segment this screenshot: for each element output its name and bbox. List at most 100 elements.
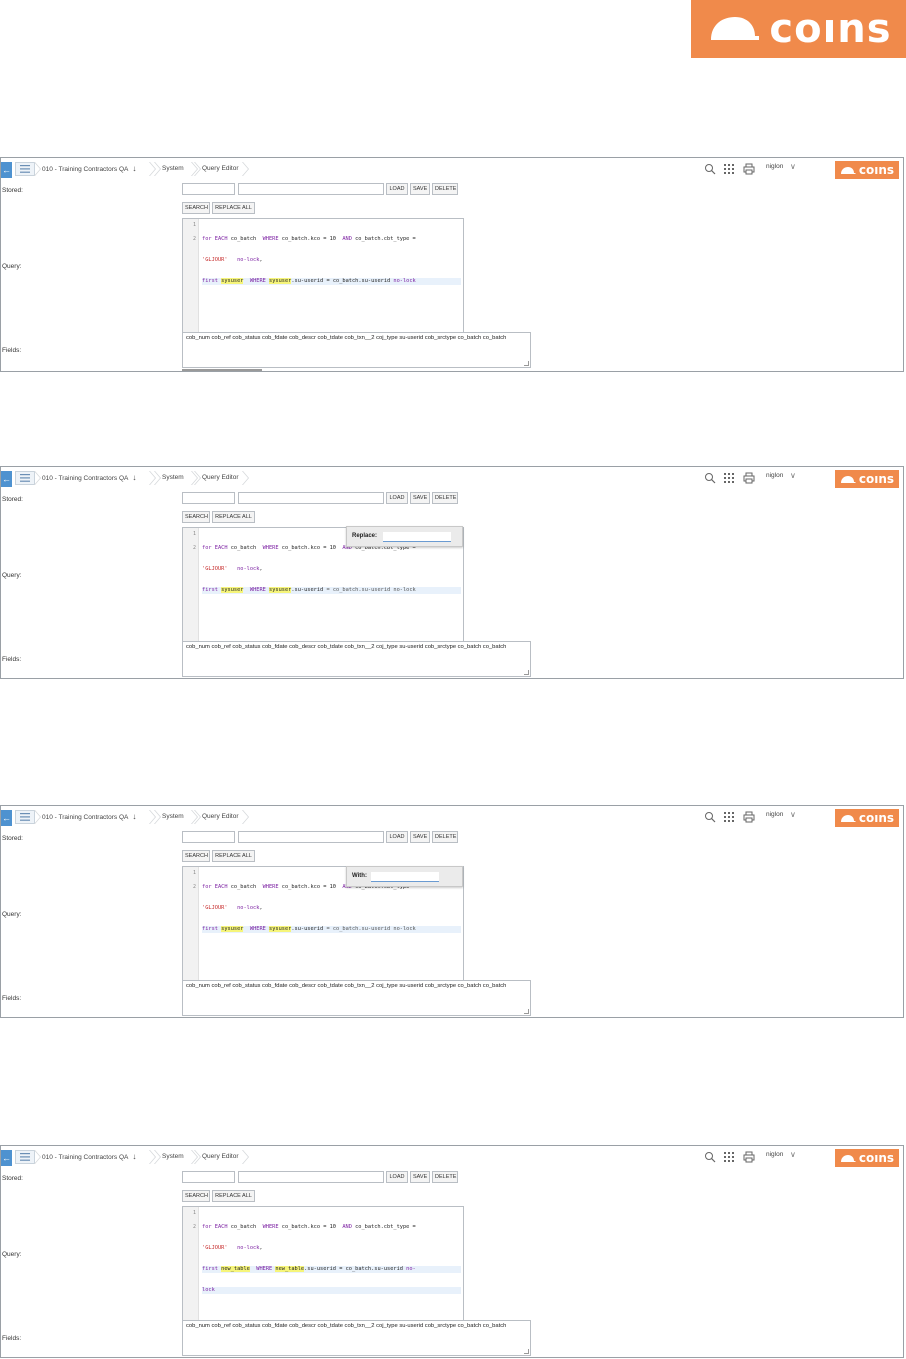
- screen-3: ← 010 - Training Contractors QA ↓ System …: [0, 805, 904, 1018]
- menu-button[interactable]: [15, 1150, 35, 1164]
- delete-button[interactable]: DELETE: [432, 1171, 458, 1183]
- stored-code-input[interactable]: [182, 183, 235, 195]
- breadcrumb-page[interactable]: Query Editor: [194, 471, 249, 485]
- user-name[interactable]: niglon: [766, 811, 783, 818]
- menu-button[interactable]: [15, 471, 35, 485]
- dialog-input[interactable]: [383, 532, 451, 542]
- fields-textarea[interactable]: cob_num cob_ref cob_status cob_fdate cob…: [182, 332, 531, 368]
- save-button[interactable]: SAVE: [410, 831, 430, 843]
- replace-all-button[interactable]: REPLACE ALL: [212, 511, 255, 523]
- menu-button[interactable]: [15, 162, 35, 176]
- save-button[interactable]: SAVE: [410, 183, 430, 195]
- breadcrumb-company[interactable]: 010 - Training Contractors QA ↓: [34, 471, 156, 485]
- menu-button[interactable]: [15, 810, 35, 824]
- back-button[interactable]: ←: [1, 1150, 12, 1166]
- back-button[interactable]: ←: [1, 162, 12, 178]
- load-button[interactable]: LOAD: [386, 183, 408, 195]
- user-name[interactable]: niglon: [766, 1151, 783, 1158]
- resize-grip-icon[interactable]: [524, 1009, 529, 1014]
- load-button[interactable]: LOAD: [386, 492, 408, 504]
- search-button[interactable]: SEARCH: [182, 850, 210, 862]
- breadcrumb-company[interactable]: 010 - Training Contractors QA ↓: [34, 162, 156, 176]
- breadcrumb-module[interactable]: System: [154, 471, 198, 485]
- horizontal-scrollbar[interactable]: [182, 1357, 262, 1358]
- hard-hat-icon: [840, 475, 856, 483]
- dialog-input[interactable]: [371, 872, 439, 882]
- search-icon[interactable]: [704, 472, 716, 484]
- save-button[interactable]: SAVE: [410, 492, 430, 504]
- query-editor[interactable]: 1 2 for EACH co_batch WHERE co_batch.kco…: [182, 218, 464, 350]
- back-button[interactable]: ←: [1, 471, 12, 487]
- chevron-down-icon[interactable]: ∨: [790, 162, 796, 171]
- back-button[interactable]: ←: [1, 810, 12, 826]
- search-button[interactable]: SEARCH: [182, 511, 210, 523]
- horizontal-scrollbar[interactable]: [182, 678, 262, 679]
- search-icon[interactable]: [704, 1151, 716, 1163]
- breadcrumb-company[interactable]: 010 - Training Contractors QA ↓: [34, 810, 156, 824]
- arrow-down-icon[interactable]: ↓: [132, 164, 136, 173]
- breadcrumb-page[interactable]: Query Editor: [194, 1150, 249, 1164]
- arrow-down-icon[interactable]: ↓: [132, 1152, 136, 1161]
- fields-textarea[interactable]: cob_num cob_ref cob_status cob_fdate cob…: [182, 980, 531, 1016]
- arrow-down-icon[interactable]: ↓: [132, 812, 136, 821]
- code-area[interactable]: for EACH co_batch WHERE co_batch.kco = 1…: [202, 222, 461, 306]
- fields-textarea[interactable]: cob_num cob_ref cob_status cob_fdate cob…: [182, 641, 531, 677]
- print-icon[interactable]: [743, 472, 755, 484]
- resize-grip-icon[interactable]: [524, 361, 529, 366]
- breadcrumb-module[interactable]: System: [154, 1150, 198, 1164]
- breadcrumb-module[interactable]: System: [154, 162, 198, 176]
- search-button[interactable]: SEARCH: [182, 202, 210, 214]
- fields-text: cob_num cob_ref cob_status cob_fdate cob…: [186, 335, 507, 341]
- stored-code-input[interactable]: [182, 1171, 235, 1183]
- hard-hat-icon: [840, 166, 856, 174]
- stored-description-input[interactable]: [238, 1171, 384, 1183]
- stored-code-input[interactable]: [182, 831, 235, 843]
- load-button[interactable]: LOAD: [386, 1171, 408, 1183]
- replace-all-button[interactable]: REPLACE ALL: [212, 850, 255, 862]
- save-button[interactable]: SAVE: [410, 1171, 430, 1183]
- breadcrumb-page[interactable]: Query Editor: [194, 810, 249, 824]
- print-icon[interactable]: [743, 163, 755, 175]
- user-name[interactable]: niglon: [766, 163, 783, 170]
- delete-button[interactable]: DELETE: [432, 183, 458, 195]
- logo-text: coıns: [858, 811, 895, 825]
- apps-grid-icon[interactable]: [723, 811, 735, 823]
- chevron-down-icon[interactable]: ∨: [790, 1150, 796, 1159]
- breadcrumb-module[interactable]: System: [154, 810, 198, 824]
- query-editor[interactable]: 1 2 for EACH co_batch WHERE co_batch.kco…: [182, 1206, 464, 1338]
- replace-all-button[interactable]: REPLACE ALL: [212, 1190, 255, 1202]
- horizontal-scrollbar[interactable]: [182, 1017, 262, 1018]
- apps-grid-icon[interactable]: [723, 1151, 735, 1163]
- stored-description-input[interactable]: [238, 183, 384, 195]
- breadcrumb-page-label: Query Editor: [202, 813, 239, 820]
- load-button[interactable]: LOAD: [386, 831, 408, 843]
- resize-grip-icon[interactable]: [524, 670, 529, 675]
- search-button[interactable]: SEARCH: [182, 1190, 210, 1202]
- print-icon[interactable]: [743, 811, 755, 823]
- delete-button[interactable]: DELETE: [432, 831, 458, 843]
- code-area[interactable]: for EACH co_batch WHERE co_batch.kco = 1…: [202, 1210, 461, 1308]
- fields-label: Fields:: [2, 656, 22, 663]
- chevron-down-icon[interactable]: ∨: [790, 471, 796, 480]
- user-name[interactable]: niglon: [766, 472, 783, 479]
- breadcrumb-company[interactable]: 010 - Training Contractors QA ↓: [34, 1150, 156, 1164]
- breadcrumb-module-label: System: [162, 1153, 184, 1160]
- delete-button[interactable]: DELETE: [432, 492, 458, 504]
- replace-all-button[interactable]: REPLACE ALL: [212, 202, 255, 214]
- breadcrumb-module-label: System: [162, 165, 184, 172]
- apps-grid-icon[interactable]: [723, 163, 735, 175]
- apps-grid-icon[interactable]: [723, 472, 735, 484]
- stored-description-input[interactable]: [238, 831, 384, 843]
- chevron-down-icon[interactable]: ∨: [790, 810, 796, 819]
- search-icon[interactable]: [704, 163, 716, 175]
- search-replace-dialog: Replace:: [346, 526, 463, 547]
- resize-grip-icon[interactable]: [524, 1349, 529, 1354]
- search-icon[interactable]: [704, 811, 716, 823]
- stored-code-input[interactable]: [182, 492, 235, 504]
- horizontal-scrollbar[interactable]: [182, 369, 262, 371]
- breadcrumb-page[interactable]: Query Editor: [194, 162, 249, 176]
- stored-description-input[interactable]: [238, 492, 384, 504]
- print-icon[interactable]: [743, 1151, 755, 1163]
- arrow-down-icon[interactable]: ↓: [132, 473, 136, 482]
- fields-textarea[interactable]: cob_num cob_ref cob_status cob_fdate cob…: [182, 1320, 531, 1356]
